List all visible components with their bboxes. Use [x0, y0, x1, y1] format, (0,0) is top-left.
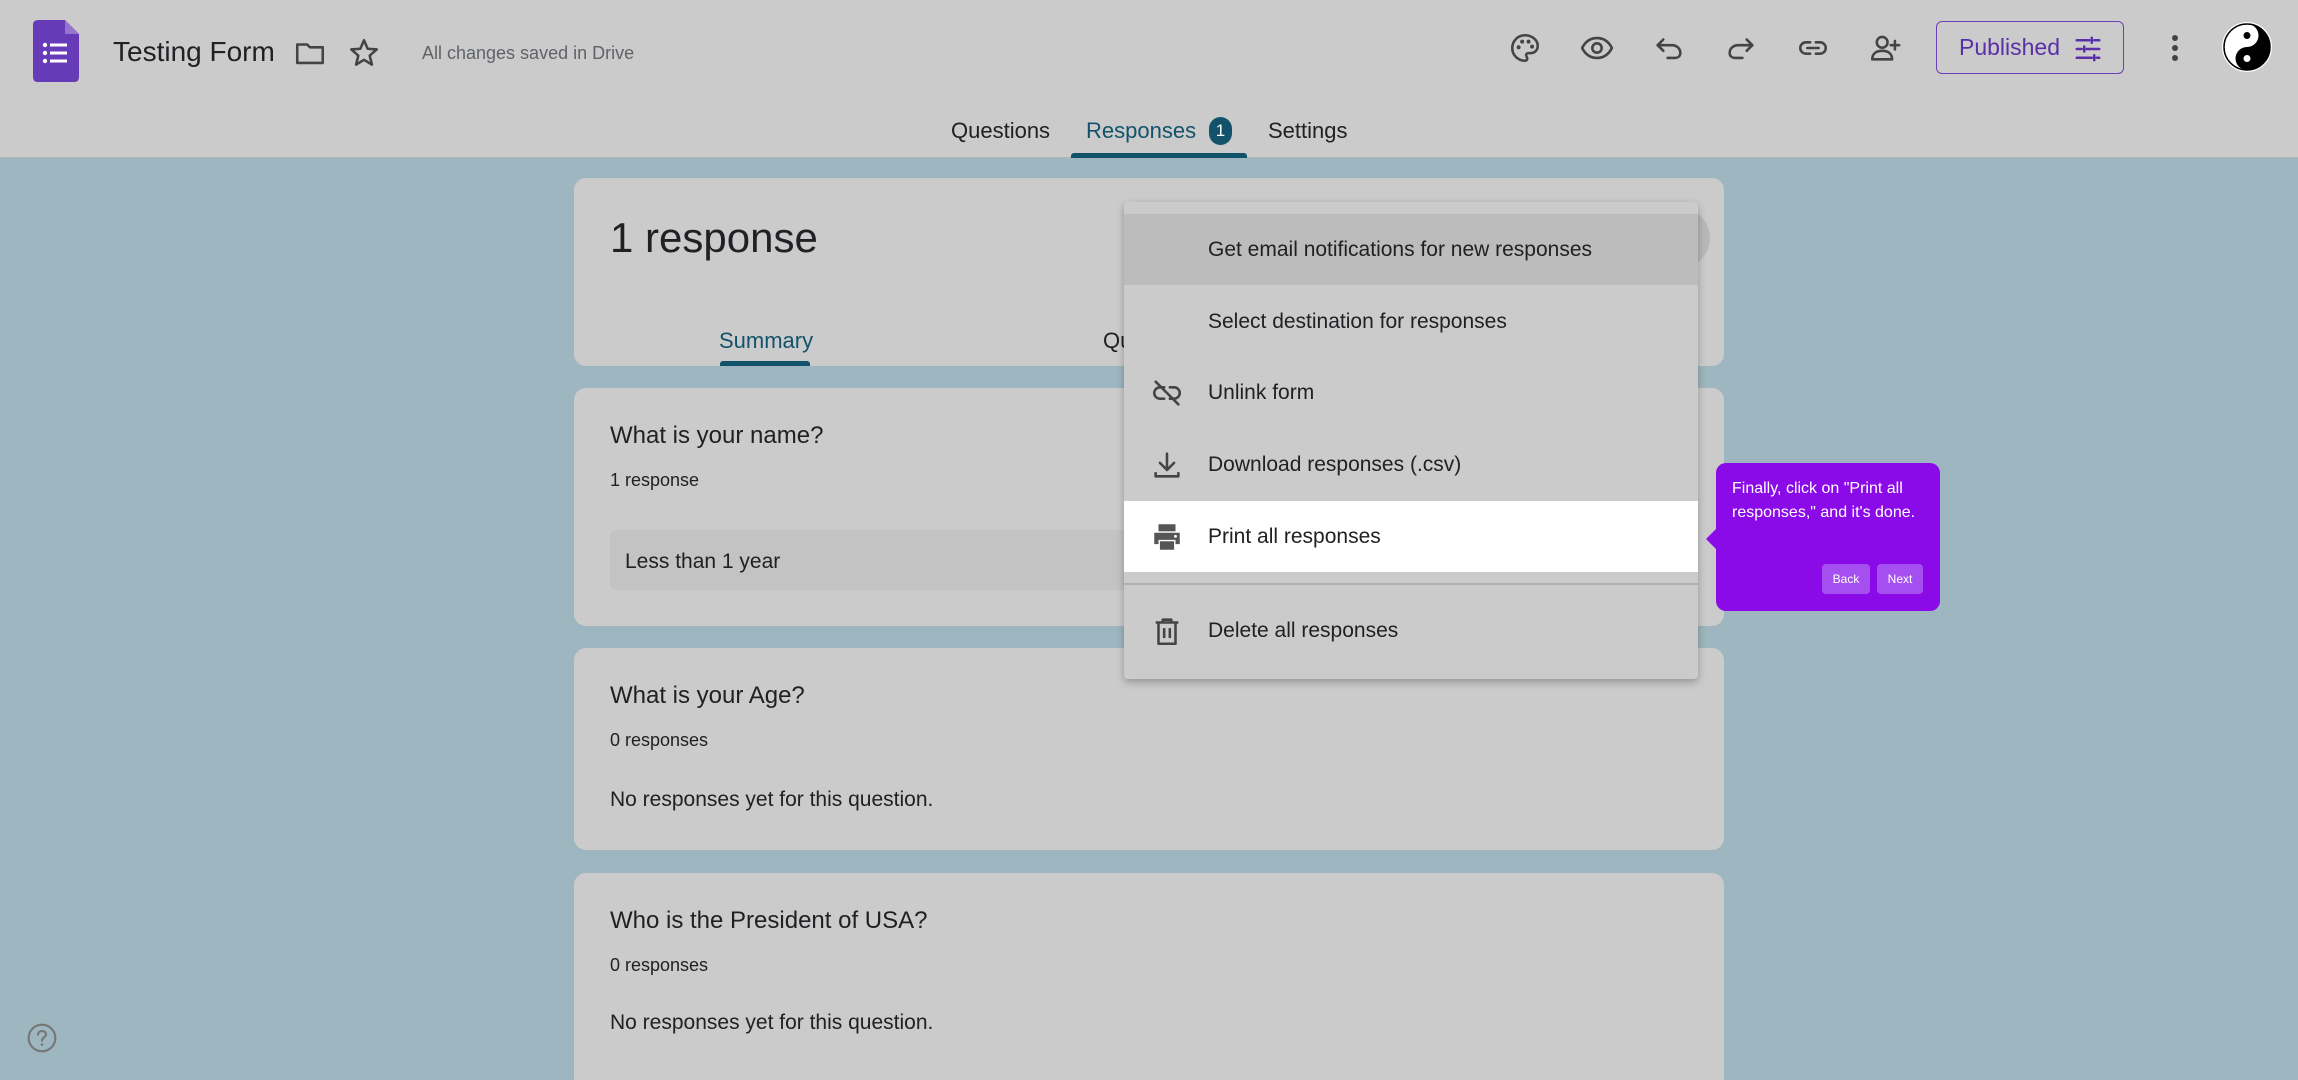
- tab-settings[interactable]: Settings: [1268, 118, 1348, 144]
- question-response-count: 0 responses: [610, 955, 709, 975]
- undo-button[interactable]: [1649, 28, 1689, 68]
- menu-item-label: Delete all responses: [1208, 618, 1399, 642]
- add-collaborator-button[interactable]: [1865, 28, 1905, 68]
- menu-item-label: Unlink form: [1208, 380, 1315, 404]
- link-icon: [1798, 41, 1828, 55]
- no-responses-text: No responses yet for this question.: [610, 788, 934, 811]
- menu-item-label: Get email notifications for new response…: [1208, 237, 1593, 261]
- forms-app-icon[interactable]: [33, 20, 79, 82]
- redo-button[interactable]: [1721, 28, 1761, 68]
- walkthrough-tooltip: Finally, click on "Print all responses,"…: [1706, 463, 1940, 611]
- responses-more-menu: Get email notifications for new response…: [1124, 202, 1698, 679]
- tooltip-next-button[interactable]: Next: [1877, 564, 1923, 594]
- question-card: Who is the President of USA? 0 responses…: [574, 873, 1724, 1080]
- tooltip-text: Finally, click on "Print all responses,"…: [1732, 480, 1916, 521]
- palette-button[interactable]: [1505, 28, 1545, 68]
- print-icon: [1154, 523, 1180, 550]
- link-off-icon: [1152, 379, 1182, 406]
- menu-item-label: Print all responses: [1208, 524, 1381, 548]
- tooltip-arrow: [1706, 529, 1716, 549]
- question-response-count: 1 response: [610, 470, 700, 490]
- published-label: Published: [1959, 34, 2061, 60]
- question-title: Who is the President of USA?: [610, 907, 928, 934]
- subtab-summary[interactable]: Summary: [719, 328, 813, 354]
- top-bar: Testing Form All changes saved in Drive: [0, 0, 2298, 158]
- question-title: What is your name?: [610, 422, 824, 449]
- menu-divider: [1124, 583, 1698, 585]
- menu-item-print-all[interactable]: Print all responses: [1124, 501, 1698, 572]
- add-collaborator-icon: [1870, 35, 1901, 61]
- active-tab-indicator: [1071, 153, 1247, 158]
- yin-yang-avatar-icon: [2223, 23, 2271, 71]
- preview-eye-icon: [1580, 36, 1614, 60]
- tab-responses[interactable]: Responses: [1086, 118, 1196, 144]
- tune-icon: [2075, 36, 2101, 62]
- redo-icon: [1728, 38, 1754, 60]
- trash-icon: [1155, 617, 1179, 645]
- copy-link-button[interactable]: [1793, 28, 1833, 68]
- response-count-title: 1 response: [610, 214, 818, 261]
- menu-item-select-destination[interactable]: Select destination for responses: [1124, 286, 1698, 357]
- menu-item-email-notifications[interactable]: Get email notifications for new response…: [1124, 214, 1698, 285]
- palette-icon: [1510, 33, 1540, 63]
- download-icon: [1154, 451, 1180, 478]
- undo-icon: [1656, 38, 1682, 60]
- question-response-count: 0 responses: [610, 730, 709, 750]
- no-responses-text: No responses yet for this question.: [610, 1011, 934, 1034]
- star-icon[interactable]: [347, 36, 381, 70]
- more-vert-icon[interactable]: [2160, 28, 2190, 68]
- avatar[interactable]: [2222, 22, 2272, 72]
- menu-item-label: Select destination for responses: [1208, 309, 1507, 333]
- published-button[interactable]: Published: [1936, 21, 2124, 74]
- menu-item-delete-all[interactable]: Delete all responses: [1124, 595, 1698, 666]
- tooltip-back-button[interactable]: Back: [1822, 564, 1870, 594]
- preview-button[interactable]: [1577, 28, 1617, 68]
- responses-count-badge: 1: [1209, 117, 1232, 145]
- help-icon[interactable]: [26, 1022, 58, 1054]
- form-title[interactable]: Testing Form: [113, 36, 275, 68]
- save-status: All changes saved in Drive: [422, 43, 635, 63]
- tab-questions[interactable]: Questions: [951, 118, 1050, 144]
- question-title: What is your Age?: [610, 682, 805, 709]
- menu-item-unlink-form[interactable]: Unlink form: [1124, 357, 1698, 428]
- menu-item-label: Download responses (.csv): [1208, 452, 1462, 476]
- folder-icon[interactable]: [293, 36, 327, 70]
- subtab-indicator: [720, 361, 810, 366]
- menu-item-download-csv[interactable]: Download responses (.csv): [1124, 429, 1698, 500]
